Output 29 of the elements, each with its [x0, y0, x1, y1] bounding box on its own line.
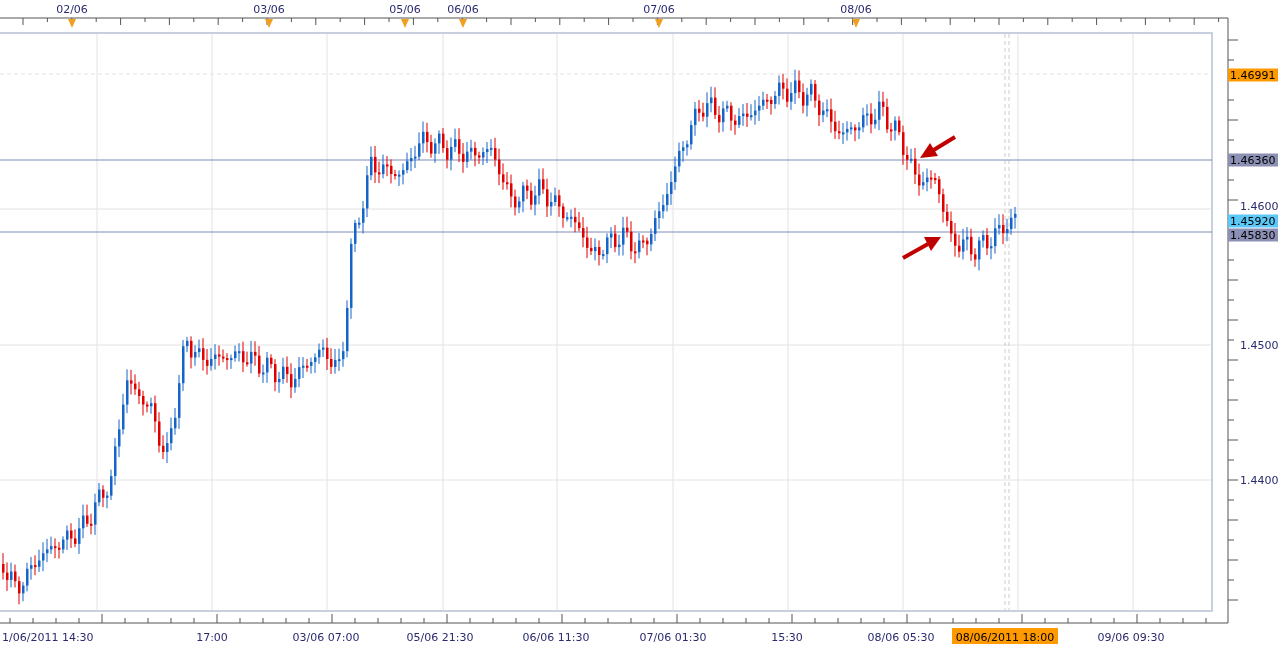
time-label: 07/06 01:30 — [639, 631, 707, 644]
time-label: 05/06 21:30 — [406, 631, 474, 644]
date-marker-icon[interactable] — [852, 19, 860, 28]
horizontal-line[interactable] — [0, 159, 1213, 161]
date-label: 06/06 — [447, 3, 479, 16]
price-tick-label: 1.4500 — [1240, 339, 1279, 352]
horizontal-line[interactable] — [0, 231, 1213, 233]
date-label: 08/06 — [840, 3, 872, 16]
cursor-time-label: 08/06/2011 18:00 — [952, 628, 1058, 644]
time-label: 09/06 09:30 — [1097, 631, 1165, 644]
time-label: 08/06 05:30 — [867, 631, 935, 644]
date-marker-icon[interactable] — [401, 19, 409, 28]
time-label: 15:30 — [771, 631, 803, 644]
arrow — [902, 237, 941, 260]
date-marker-icon[interactable] — [459, 19, 467, 28]
date-label: 02/06 — [56, 3, 88, 16]
time-label: 17:00 — [196, 631, 228, 644]
time-label: 03/06 07:00 — [292, 631, 360, 644]
date-marker-icon[interactable] — [265, 19, 273, 28]
date-marker-icon[interactable] — [68, 19, 76, 28]
date-label: 07/06 — [643, 3, 675, 16]
price-tick-label: 1.4400 — [1240, 474, 1279, 487]
date-label: 03/06 — [253, 3, 285, 16]
price-tick-label: 1.4600 — [1240, 200, 1279, 213]
date-label: 05/06 — [389, 3, 421, 16]
time-label: 06/06 11:30 — [522, 631, 590, 644]
date-marker-icon[interactable] — [655, 19, 663, 28]
arrow — [920, 135, 957, 158]
time-label: 1/06/2011 14:30 — [2, 631, 94, 644]
